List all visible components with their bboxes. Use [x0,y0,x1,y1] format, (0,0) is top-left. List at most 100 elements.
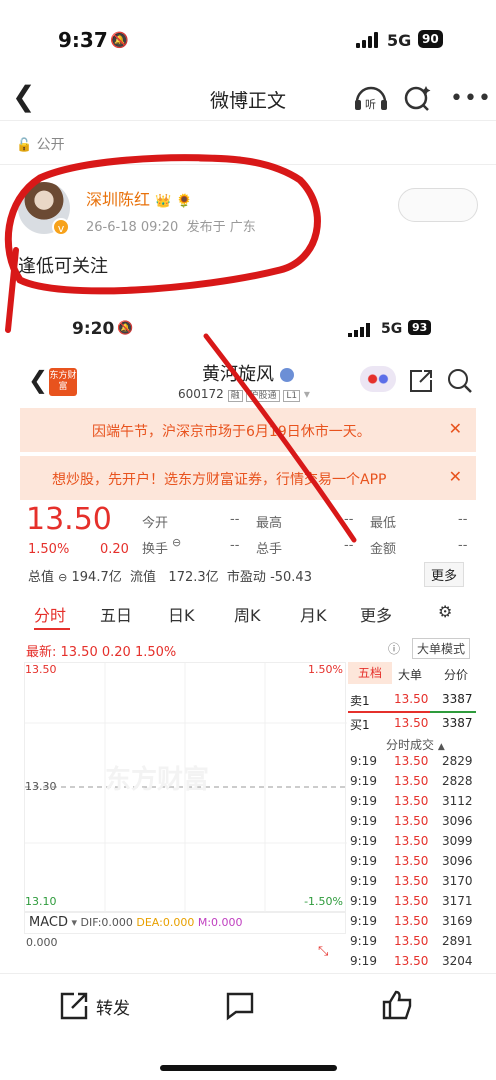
trade-price: 13.50 [394,834,429,848]
quote-label: 金额 [370,542,397,557]
verified-badge-icon: v [52,218,70,236]
close-icon: ✕ [448,467,462,486]
annotation-tail [5,247,19,333]
chart-label-top-right: 1.50% [308,663,343,676]
stock-badge-icon [279,368,294,382]
quote-value: -- [458,538,468,553]
trade-row: 9:19 13.50 2829 [348,754,478,774]
comment-button[interactable] [222,990,258,1026]
trade-volume: 3169 [442,914,473,928]
trade-volume: 3171 [442,894,473,908]
sell-1-row: 卖1 13.50 3387 [350,692,473,708]
trades-title: 分时成交 ▲ [386,738,445,752]
trade-row: 9:19 13.50 3204 [348,954,478,974]
trade-row: 9:19 13.50 3099 [348,834,478,854]
pe-value: -50.43 [270,570,312,585]
pe-label: 市盈动 [226,570,266,585]
like-button[interactable] [380,988,416,1026]
book-tab-big-order: 大单 [398,668,423,682]
trade-time: 9:19 [350,794,377,808]
macd-label: MACD [29,915,68,930]
network-label: 5G [387,31,412,50]
trade-row: 9:19 13.50 3170 [348,874,478,894]
trade-time: 9:19 [350,934,377,948]
tab-monthly-k: 月K [300,606,327,625]
trade-price: 13.50 [394,814,429,828]
repost-label: 转发 [96,999,130,1019]
post-timestamp: 26-6-18 09:20 [86,220,179,235]
watermark-logo: 东方财富 [105,765,210,795]
quote-label: 今开 [142,516,169,531]
chart-label-mid: 13.30 [25,780,57,793]
visibility-label: 公开 [36,137,65,153]
float-label: 流值 [130,570,157,585]
help-icon: ⓘ [388,642,401,656]
change-percent: 1.50% [28,542,70,557]
status-time: 9:37 [58,28,108,52]
intraday-chart: 13.50 1.50% 13.30 东方财富 13.10 -1.50% [24,662,347,913]
share-icon [408,368,434,398]
trade-volume: 2891 [442,934,473,948]
follow-button[interactable] [398,188,478,222]
post-meta: 26-6-18 09:20 发布于 广东 [86,216,256,235]
banner-text: 想炒股，先开户！选东方财富证券，行情交易一个APP [52,472,387,488]
quote-label: 最低 [370,516,397,531]
sell-buy-divider-green [430,711,476,713]
more-options-icon[interactable]: ••• [450,86,492,111]
trade-price: 13.50 [394,874,429,888]
trade-time: 9:19 [350,954,377,968]
banner-text: 因端午节，沪深京市场于6月19日休市一天。 [92,424,371,440]
divider [0,164,496,165]
active-tab-underline [34,628,70,630]
trade-time: 9:19 [350,894,377,908]
macd-bar: MACD ▾ DIF:0.000 DEA:0.000 M:0.000 [24,912,346,934]
trade-price: 13.50 [394,854,429,868]
battery-indicator: 90 [418,30,443,48]
tab-daily-k: 日K [168,606,195,625]
float-value: 172.3亿 [168,570,219,585]
tab-more: 更多 [360,606,393,625]
tab-intraday: 分时 [34,606,67,625]
trade-row: 9:19 13.50 3169 [348,914,478,934]
post-text: 逢低可关注 [18,256,108,277]
info-circle-icon: ⊖ [172,536,182,549]
signal-icon [356,32,380,48]
ai-assistant-icon [360,366,396,392]
trade-volume: 2829 [442,754,473,768]
big-order-mode-button: 大单模式 [412,638,471,659]
divider [0,120,496,121]
ai-search-icon[interactable] [404,84,432,117]
trade-volume: 3099 [442,834,473,848]
latest-quote-line: 最新: 13.50 0.20 1.50% [26,645,177,660]
trade-price: 13.50 [394,934,429,948]
headphones-listen-icon[interactable]: 听 [354,84,388,117]
quote-value: -- [344,538,354,553]
stock-code-row: 600172 融 沪股通 L1 ▾ [178,387,310,402]
vip-crown-icon: 👑 [155,194,172,209]
trade-volume: 2828 [442,774,473,788]
chevron-down-icon: ▾ [303,387,310,401]
trade-row: 9:19 13.50 3171 [348,894,478,914]
chart-label-bottom-right: -1.50% [304,895,343,908]
trade-time: 9:19 [350,814,377,828]
chart-label-top-left: 13.50 [25,663,57,676]
repost-icon [60,992,88,1020]
info-circle-icon: ⊖ [58,571,68,584]
quote-label: 换手 [142,542,169,557]
home-indicator [160,1065,337,1071]
username[interactable]: 深圳陈红 👑 🌻 [86,186,193,210]
settings-gear-icon: ⚙ [438,602,453,621]
trade-time: 9:19 [350,754,377,768]
embedded-search-icon [447,368,473,398]
quote-value: -- [230,538,240,553]
trade-volume: 3096 [442,814,473,828]
trade-row: 9:19 13.50 3112 [348,794,478,814]
trade-row: 9:19 13.50 3096 [348,854,478,874]
trade-price: 13.50 [394,914,429,928]
mktcap-value: 194.7亿 [71,570,122,585]
trade-time: 9:19 [350,774,377,788]
embedded-back-icon: ❮ [28,366,49,394]
repost-button[interactable]: 转发 [58,990,130,1026]
stock-tag: 融 [227,390,243,402]
embedded-network-label: 5G [381,321,403,337]
